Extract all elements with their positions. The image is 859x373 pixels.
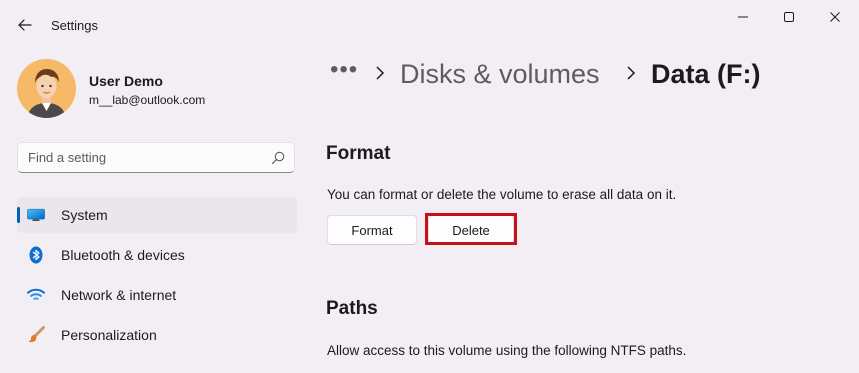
minimize-icon <box>738 16 748 18</box>
user-email: m__lab@outlook.com <box>89 93 206 107</box>
minimize-button[interactable] <box>721 6 765 28</box>
wifi-icon <box>27 286 45 304</box>
avatar[interactable] <box>17 59 76 118</box>
app-title: Settings <box>51 18 98 33</box>
maximize-icon <box>784 12 794 22</box>
sidebar-item-label: Network & internet <box>61 287 177 303</box>
delete-button[interactable]: Delete <box>428 215 514 245</box>
system-display-icon <box>27 206 45 224</box>
sidebar-item-personalization[interactable]: Personalization <box>17 317 297 353</box>
sidebar-item-label: System <box>61 207 108 223</box>
user-name: User Demo <box>89 73 163 89</box>
back-arrow-icon <box>18 19 32 31</box>
breadcrumb-item-disks-volumes[interactable]: Disks & volumes <box>400 59 600 90</box>
page-title: Data (F:) <box>651 59 761 89</box>
search-box[interactable] <box>17 142 295 173</box>
user-avatar-icon <box>17 59 76 118</box>
sidebar-item-bluetooth[interactable]: Bluetooth & devices <box>17 237 297 273</box>
search-icon[interactable] <box>271 151 285 165</box>
sidebar-item-label: Personalization <box>61 327 157 343</box>
sidebar-item-network[interactable]: Network & internet <box>17 277 297 313</box>
sidebar-item-system[interactable]: System <box>17 197 297 233</box>
maximize-button[interactable] <box>767 6 811 28</box>
search-input[interactable] <box>18 143 268 172</box>
paths-description: Allow access to this volume using the fo… <box>327 343 687 358</box>
sidebar-item-label: Bluetooth & devices <box>61 247 185 263</box>
format-section-title: Format <box>326 143 391 164</box>
format-button[interactable]: Format <box>327 215 417 245</box>
active-indicator <box>17 207 20 223</box>
bluetooth-icon <box>27 246 45 264</box>
close-icon <box>830 12 840 22</box>
chevron-right-icon <box>627 66 636 80</box>
paths-section-title: Paths <box>326 298 378 319</box>
brush-icon <box>27 326 45 344</box>
breadcrumb-more-button[interactable]: ••• <box>330 56 358 84</box>
format-description: You can format or delete the volume to e… <box>327 187 677 202</box>
back-button[interactable] <box>14 14 36 36</box>
close-button[interactable] <box>813 6 857 28</box>
chevron-right-icon <box>376 66 385 80</box>
